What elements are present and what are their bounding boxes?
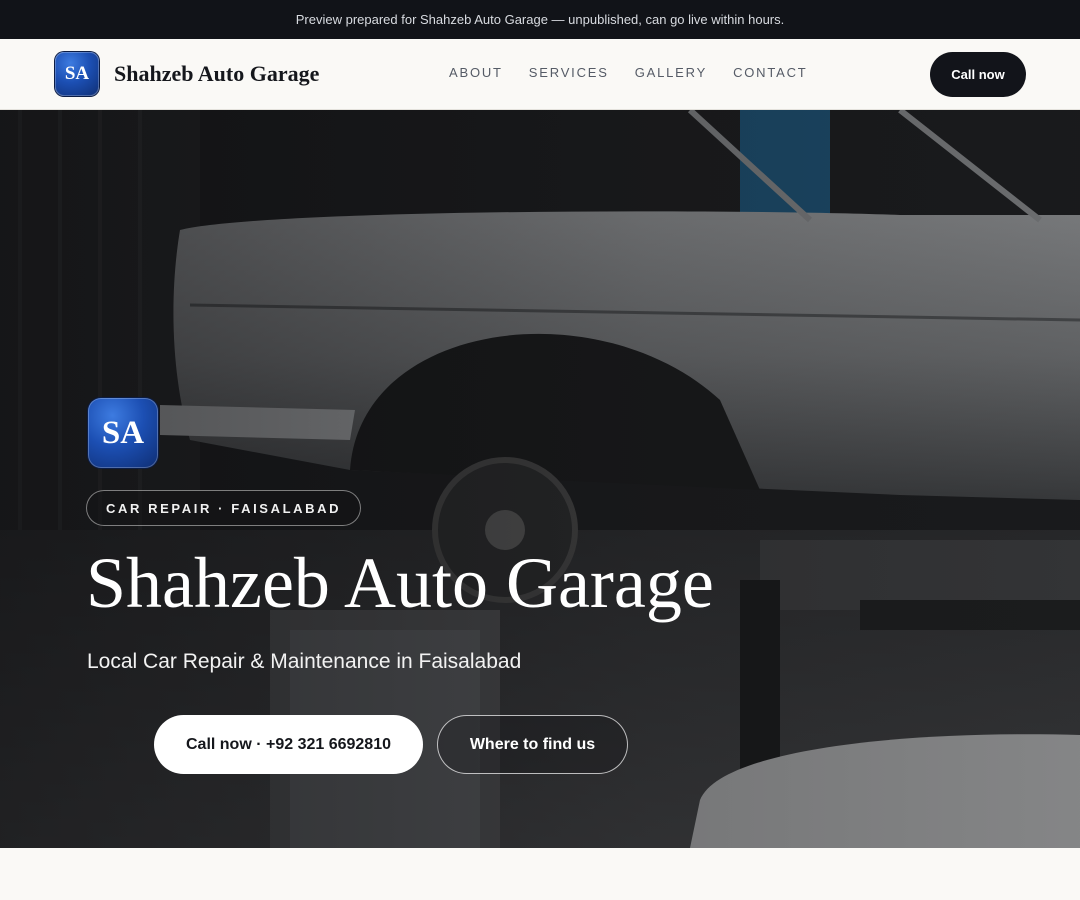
hero-title: Shahzeb Auto Garage (86, 543, 714, 623)
nav-about[interactable]: About (436, 65, 516, 80)
nav-services[interactable]: Services (516, 65, 622, 80)
hero-logo-badge: SA (88, 398, 158, 468)
nav-contact[interactable]: Contact (720, 65, 820, 80)
logo-badge[interactable]: SA (55, 52, 99, 96)
preview-banner: Preview prepared for Shahzeb Auto Garage… (0, 0, 1080, 39)
nav-gallery[interactable]: Gallery (622, 65, 720, 80)
hero-subtitle: Local Car Repair & Maintenance in Faisal… (87, 650, 522, 673)
preview-banner-text: Preview prepared for Shahzeb Auto Garage… (295, 12, 785, 27)
hero-call-button[interactable]: Call now · +92 321 6692810 (154, 715, 423, 774)
site-header: SA Shahzeb Auto Garage About Services Ga… (0, 39, 1080, 110)
brand-name[interactable]: Shahzeb Auto Garage (114, 61, 319, 87)
hero-category-tag: CAR REPAIR · FAISALABAD (86, 490, 362, 526)
hero-logo-initials: SA (101, 414, 145, 451)
next-section (0, 848, 1080, 900)
hero-section: SA CAR REPAIR · FAISALABAD Shahzeb Auto … (0, 110, 1080, 848)
hero-directions-button[interactable]: Where to find us (437, 715, 628, 774)
header-call-button[interactable]: Call now (930, 52, 1026, 97)
main-nav: About Services Gallery Contact (436, 65, 821, 80)
logo-initials: SA (64, 63, 90, 84)
